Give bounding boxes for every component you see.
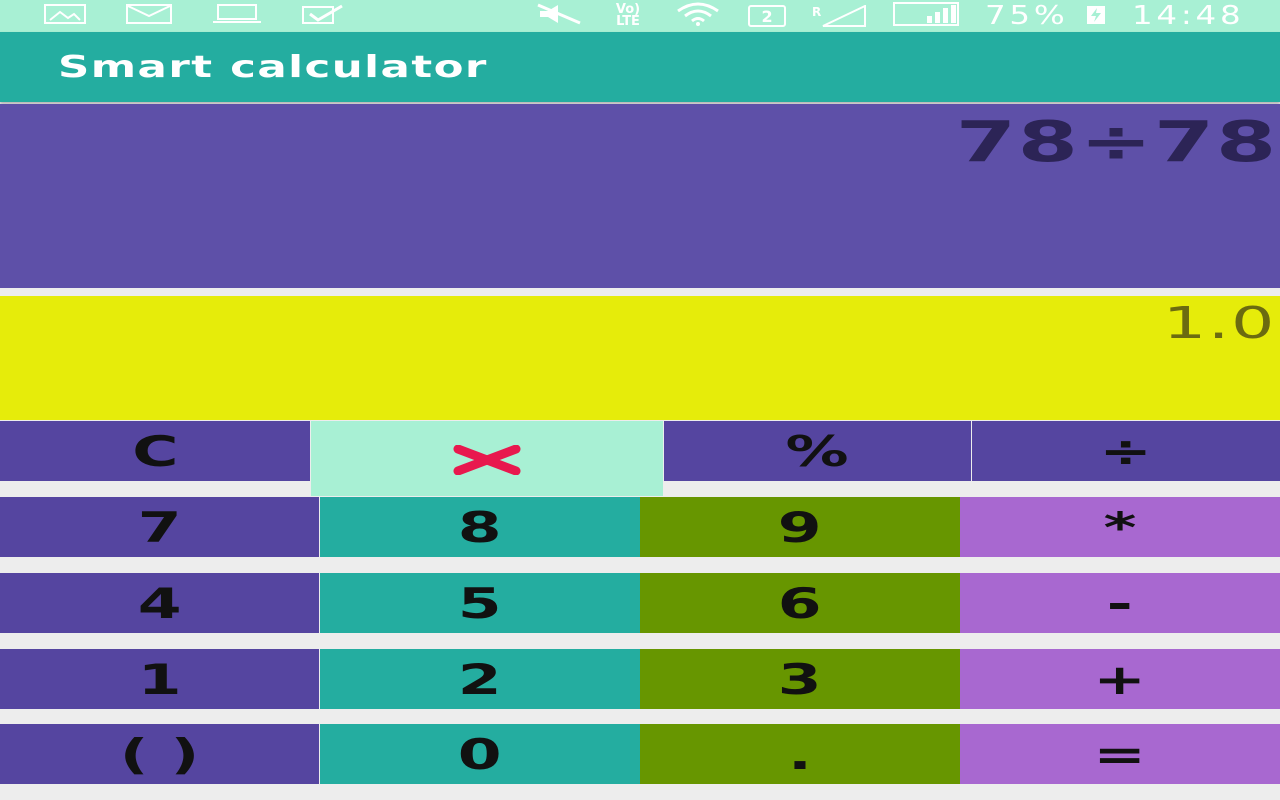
clear-button[interactable]: C xyxy=(0,421,310,481)
decimal-point-label: . xyxy=(788,729,812,779)
digit-0-button[interactable]: 0 xyxy=(320,724,640,784)
digit-4-button[interactable]: 4 xyxy=(0,573,319,633)
digit-7-button[interactable]: 7 xyxy=(0,497,319,557)
clock: 14:48 xyxy=(1132,1,1245,31)
gallery-icon xyxy=(44,4,86,28)
digit-9-button[interactable]: 9 xyxy=(640,497,960,557)
parentheses-button[interactable]: ( ) xyxy=(0,724,319,784)
mail-icon xyxy=(126,4,172,28)
signal-icon xyxy=(893,2,960,30)
lte-icon: Vo) LTE xyxy=(615,2,641,29)
digit-1-button[interactable]: 1 xyxy=(0,649,319,709)
digit-3-label: 3 xyxy=(778,654,822,704)
digit-8-button[interactable]: 8 xyxy=(320,497,640,557)
delete-icon xyxy=(452,431,522,487)
clear-label: C xyxy=(131,426,179,476)
digit-5-label: 5 xyxy=(458,578,502,628)
decimal-point-button[interactable]: . xyxy=(640,724,960,784)
wifi-icon xyxy=(674,2,722,30)
battery-charging-icon xyxy=(1086,3,1106,29)
result-display: 1.0 xyxy=(0,296,1280,420)
digit-9-label: 9 xyxy=(778,502,822,552)
digit-1-label: 1 xyxy=(137,654,182,704)
divide-label: ÷ xyxy=(1099,426,1153,476)
sim2-icon: 2 xyxy=(748,5,787,27)
equals-button[interactable]: = xyxy=(960,724,1280,784)
check-icon xyxy=(302,4,344,28)
multiply-label: * xyxy=(1103,502,1137,552)
laptop-icon xyxy=(212,4,262,28)
parentheses-label: ( ) xyxy=(119,729,200,779)
expression-text: 78÷78 xyxy=(955,110,1278,175)
battery-percent: 75% xyxy=(985,1,1069,31)
digit-8-label: 8 xyxy=(458,502,502,552)
equals-label: = xyxy=(1093,729,1147,779)
percent-label: % xyxy=(785,426,850,476)
multiply-button[interactable]: * xyxy=(960,497,1280,557)
expression-display[interactable]: 78÷78 xyxy=(0,104,1280,288)
status-bar: Vo) LTE 2 R 75% 14:48 xyxy=(0,0,1280,32)
app-bar: Smart calculator xyxy=(0,32,1280,102)
digit-6-button[interactable]: 6 xyxy=(640,573,960,633)
digit-2-button[interactable]: 2 xyxy=(320,649,640,709)
percent-button[interactable]: % xyxy=(664,421,971,481)
digit-6-label: 6 xyxy=(778,578,822,628)
delete-button[interactable] xyxy=(311,421,663,496)
status-notifications xyxy=(44,4,344,28)
minus-button[interactable]: - xyxy=(960,573,1280,633)
digit-5-button[interactable]: 5 xyxy=(320,573,640,633)
divide-button[interactable]: ÷ xyxy=(972,421,1280,481)
digit-7-label: 7 xyxy=(137,502,182,552)
result-text: 1.0 xyxy=(1162,298,1276,349)
digit-4-label: 4 xyxy=(137,578,182,628)
app-title: Smart calculator xyxy=(58,49,488,85)
plus-button[interactable]: + xyxy=(960,649,1280,709)
digit-3-button[interactable]: 3 xyxy=(640,649,960,709)
plus-label: + xyxy=(1093,654,1147,704)
minus-label: - xyxy=(1106,578,1134,628)
digit-0-label: 0 xyxy=(458,729,502,779)
signal-icon: R xyxy=(812,5,867,27)
status-system: Vo) LTE 2 R 75% 14:48 xyxy=(536,1,1252,31)
mute-icon xyxy=(536,3,582,29)
digit-2-label: 2 xyxy=(458,654,502,704)
